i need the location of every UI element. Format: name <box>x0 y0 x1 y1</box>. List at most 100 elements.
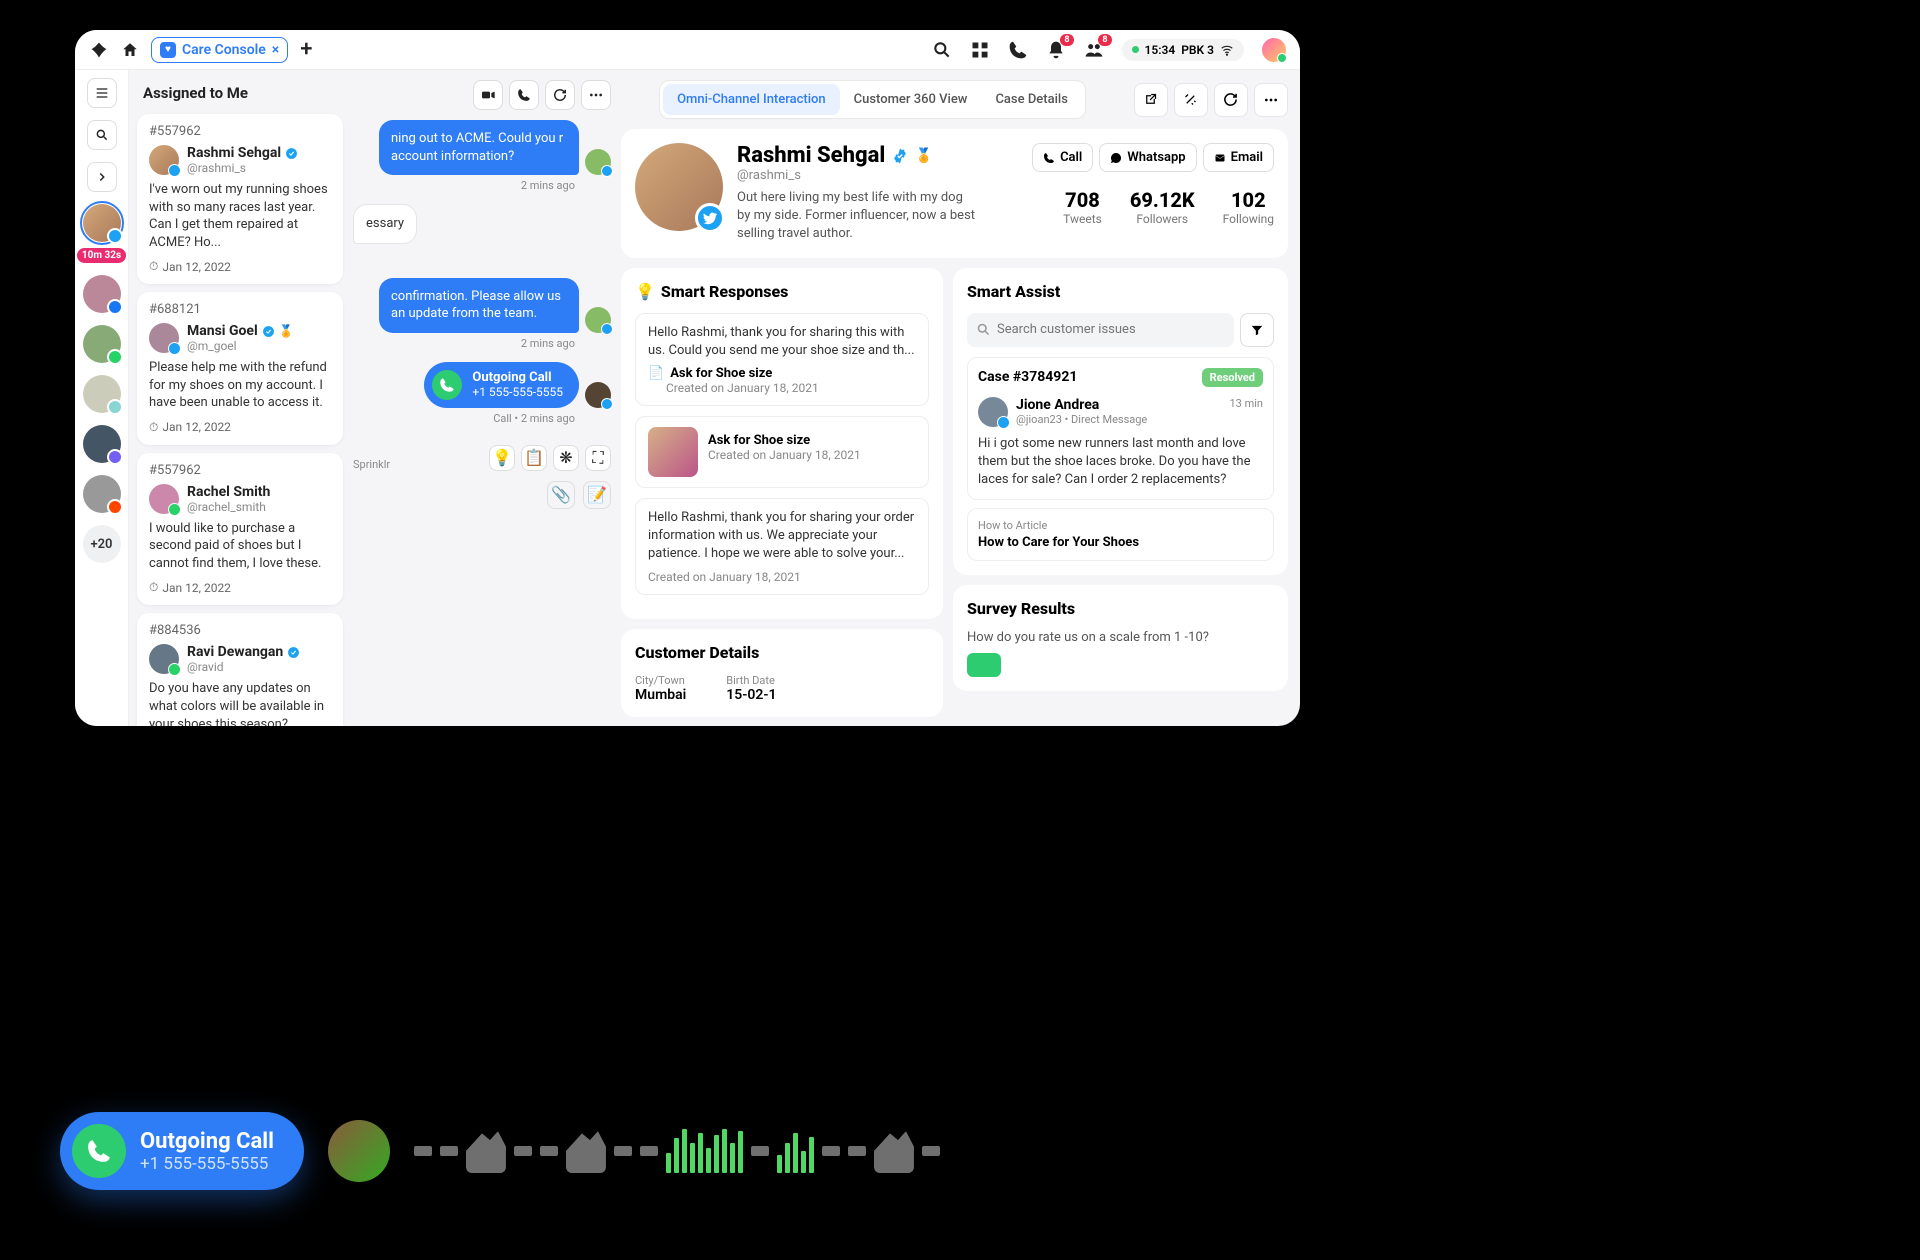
star-badge-icon: 🏅 <box>915 148 932 164</box>
more-options-button[interactable] <box>581 80 611 110</box>
search-input[interactable] <box>967 313 1234 347</box>
suggestion-icon[interactable]: 💡 <box>489 445 515 471</box>
panel-heading: Survey Results <box>967 599 1274 618</box>
sr-meta: Created on January 18, 2021 <box>666 381 916 395</box>
customer-details-panel: Customer Details City/TownMumbai Birth D… <box>621 629 943 717</box>
case-id: #557962 <box>149 463 331 478</box>
rail-avatar-active[interactable] <box>83 204 121 242</box>
smart-response-item[interactable]: Hello Rashmi, thank you for sharing this… <box>635 313 929 406</box>
message-timestamp: 2 mins ago <box>353 337 575 350</box>
stat-value: 102 <box>1223 188 1274 212</box>
whatsapp-button[interactable]: Whatsapp <box>1099 143 1196 172</box>
call-chip[interactable]: Outgoing Call +1 555-555-5555 <box>60 1112 304 1190</box>
topbar: ♥ Care Console × + 8 8 15:34 PBK 3 <box>75 30 1300 70</box>
tab-case[interactable]: Case Details <box>981 84 1081 115</box>
expand-icon[interactable]: ⛶ <box>585 445 611 471</box>
active-tab-chip[interactable]: ♥ Care Console × <box>151 37 288 63</box>
notifications-icon[interactable]: 8 <box>1046 40 1066 60</box>
export-button[interactable] <box>1134 83 1168 117</box>
rail-expand-button[interactable] <box>87 162 117 192</box>
wifi-icon <box>1220 43 1234 57</box>
case-card[interactable]: #557962 Rachel Smith @rachel_smith I wou… <box>137 453 343 606</box>
care-icon: ♥ <box>160 42 176 58</box>
tab-omni[interactable]: Omni-Channel Interaction <box>663 84 840 115</box>
call-button[interactable]: Call <box>1032 143 1093 172</box>
assigned-heading: Assigned to Me <box>137 78 343 114</box>
attachment-button[interactable]: 📎 <box>547 481 575 509</box>
case-user-handle: @rachel_smith <box>187 500 270 514</box>
rail-avatar[interactable] <box>83 325 121 363</box>
case-card[interactable]: #557962 Rashmi Sehgal @rashmi_s I've wor… <box>137 114 343 284</box>
case-avatar <box>149 484 179 514</box>
twitter-badge-icon <box>107 228 123 244</box>
email-button[interactable]: Email <box>1203 143 1274 172</box>
rail-avatar[interactable] <box>83 475 121 513</box>
compose-button[interactable]: 📝 <box>583 481 611 509</box>
home-icon[interactable] <box>121 41 139 59</box>
voice-call-button[interactable] <box>509 80 539 110</box>
rail-search-button[interactable] <box>87 120 117 150</box>
apps-icon[interactable] <box>970 40 990 60</box>
magic-button[interactable] <box>1174 83 1208 117</box>
outgoing-message: ning out to ACME. Could you r account in… <box>379 120 579 175</box>
phone-icon[interactable] <box>1008 40 1028 60</box>
call-event-chip[interactable]: Outgoing Call +1 555-555-5555 <box>424 362 579 408</box>
field-label: Birth Date <box>726 674 776 687</box>
notes-icon[interactable]: 📋 <box>521 445 547 471</box>
add-tab-button[interactable]: + <box>300 37 312 62</box>
smart-response-item[interactable]: Ask for Shoe size Created on January 18,… <box>635 416 929 488</box>
doc-icon: 📄 <box>648 366 664 381</box>
smart-responses-panel: 💡Smart Responses Hello Rashmi, thank you… <box>621 268 943 619</box>
verified-icon <box>891 147 909 165</box>
close-tab-icon[interactable]: × <box>272 42 279 58</box>
stat-label: Tweets <box>1063 212 1102 226</box>
float-call-title: Outgoing Call <box>140 1129 274 1154</box>
case-card[interactable]: #884536 Ravi Dewangan @ravid Do you have… <box>137 613 343 726</box>
profile-avatar[interactable] <box>635 143 723 231</box>
stat-label: Following <box>1223 212 1274 226</box>
case-card[interactable]: Case #3784921 Resolved Jione Andrea @jio… <box>967 357 1274 501</box>
people-badge: 8 <box>1098 34 1111 46</box>
case-timer: 10m 32s <box>77 248 126 263</box>
verified-icon <box>285 147 298 160</box>
case-card[interactable]: #688121 Mansi Goel🏅 @m_goel Please help … <box>137 292 343 445</box>
sprinklr-icon[interactable]: ❋ <box>553 445 579 471</box>
kb-article[interactable]: How to Article How to Care for Your Shoe… <box>967 508 1274 561</box>
status-dot-icon <box>1132 46 1139 53</box>
status-chip[interactable]: 15:34 PBK 3 <box>1122 39 1244 61</box>
overflow-button[interactable] <box>1254 83 1288 117</box>
caller-avatar[interactable] <box>328 1120 390 1182</box>
conversation-column: ning out to ACME. Could you r account in… <box>347 70 617 726</box>
people-icon[interactable]: 8 <box>1084 40 1104 60</box>
video-call-button[interactable] <box>473 80 503 110</box>
case-preview: Do you have any updates on what colors w… <box>149 680 331 726</box>
reddit-badge-icon <box>107 499 123 515</box>
filter-button[interactable] <box>1240 313 1274 347</box>
tab-360[interactable]: Customer 360 View <box>840 84 982 115</box>
user-avatar[interactable] <box>1262 38 1286 62</box>
smart-response-item[interactable]: Hello Rashmi, thank you for sharing your… <box>635 498 929 595</box>
twitter-badge-icon <box>997 416 1010 429</box>
clock-icon: ⏱ <box>149 580 158 595</box>
sr-meta: Created on January 18, 2021 <box>648 570 916 584</box>
search-icon <box>976 322 991 337</box>
more-avatars-button[interactable]: +20 <box>83 525 121 563</box>
case-user-name: Jione Andrea <box>1016 397 1222 413</box>
clock-icon: ⏱ <box>149 259 158 274</box>
stat-value: 69.12K <box>1130 188 1195 212</box>
case-user-handle: @rashmi_s <box>187 161 298 175</box>
rail-avatar[interactable] <box>83 425 121 463</box>
panel-heading: Customer Details <box>635 643 929 662</box>
case-preview: I would like to purchase a second paid o… <box>149 520 331 573</box>
sr-thumbnail <box>648 427 698 477</box>
menu-button[interactable] <box>87 78 117 108</box>
rail-avatar[interactable] <box>83 275 121 313</box>
rail-avatar[interactable] <box>83 375 121 413</box>
network-badge-icon <box>168 342 181 355</box>
agent-avatar <box>585 382 611 408</box>
refresh-button[interactable] <box>545 80 575 110</box>
stat-value: 708 <box>1063 188 1102 212</box>
search-icon[interactable] <box>932 40 952 60</box>
reload-button[interactable] <box>1214 83 1248 117</box>
article-title: How to Care for Your Shoes <box>978 535 1263 550</box>
